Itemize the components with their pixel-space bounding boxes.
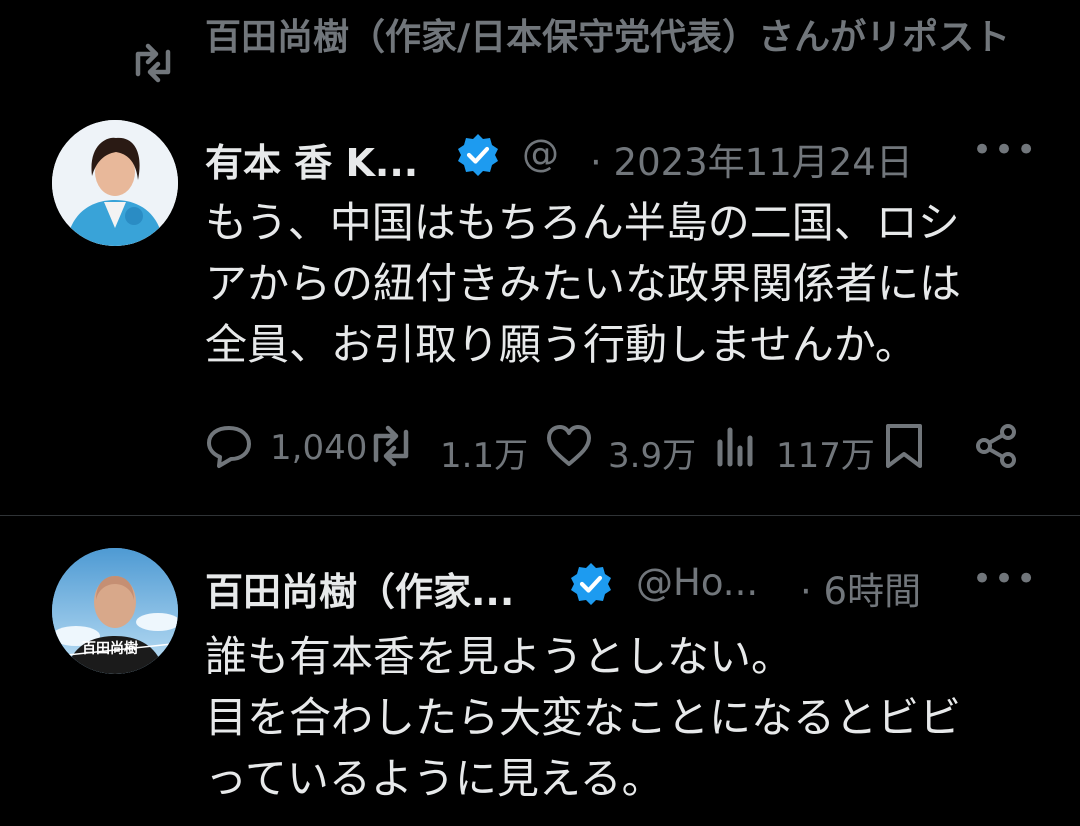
tweet-text: もう、中国はもちろん半島の二国、ロシ アからの紐付きみたいな政界関係者には 全員… [205, 192, 961, 375]
more-options-button[interactable]: ••• [972, 559, 1038, 599]
tweet-text-line: 全員、お引取り願う行動しませんか。 [205, 320, 917, 369]
tweet-text-line: 誰も有本香を見ようとしない。 [205, 632, 794, 681]
more-options-button[interactable]: ••• [972, 130, 1038, 170]
like-count: 3.9万 [608, 436, 697, 476]
author-handle[interactable]: @Ho... [636, 561, 758, 604]
tweet-divider [0, 515, 1080, 516]
views-count: 117万 [776, 436, 875, 476]
timestamp[interactable]: · 6時間 [800, 561, 921, 615]
repost-header-text[interactable]: 百田尚樹（作家/日本保守党代表）さんがリポスト [205, 14, 1025, 62]
author-name[interactable]: 有本 香 K... [205, 132, 418, 187]
repost-count: 1.1万 [440, 436, 529, 476]
avatar-caption: 百田尚樹 [82, 641, 138, 657]
tweet-text: 誰も有本香を見ようとしない。 目を合わしたら大変なことになるとビビ っているよう… [205, 626, 961, 809]
repost-icon [135, 43, 171, 83]
verified-badge-icon [571, 563, 611, 605]
avatar[interactable] [52, 120, 178, 246]
avatar[interactable]: 百田尚樹 [52, 548, 178, 674]
reply-icon[interactable] [205, 422, 253, 470]
share-icon[interactable] [972, 422, 1020, 470]
verified-badge-icon [458, 134, 498, 176]
views-icon[interactable] [712, 422, 760, 470]
tweet-text-line: アからの紐付きみたいな政界関係者には [205, 259, 962, 308]
author-handle[interactable]: @ [522, 132, 559, 175]
tweet-text-line: もう、中国はもちろん半島の二国、ロシ [205, 198, 960, 247]
repost-button-icon[interactable] [367, 422, 415, 470]
bookmark-icon[interactable] [880, 422, 928, 470]
author-name[interactable]: 百田尚樹（作家... [205, 561, 514, 616]
tweet-text-line: っているように見える。 [205, 754, 664, 803]
like-icon[interactable] [545, 422, 593, 470]
tweet-text-line: 目を合わしたら大変なことになるとビビ [205, 693, 962, 742]
reply-count: 1,040 [270, 428, 368, 468]
timestamp[interactable]: · 2023年11月24日 [590, 132, 913, 186]
